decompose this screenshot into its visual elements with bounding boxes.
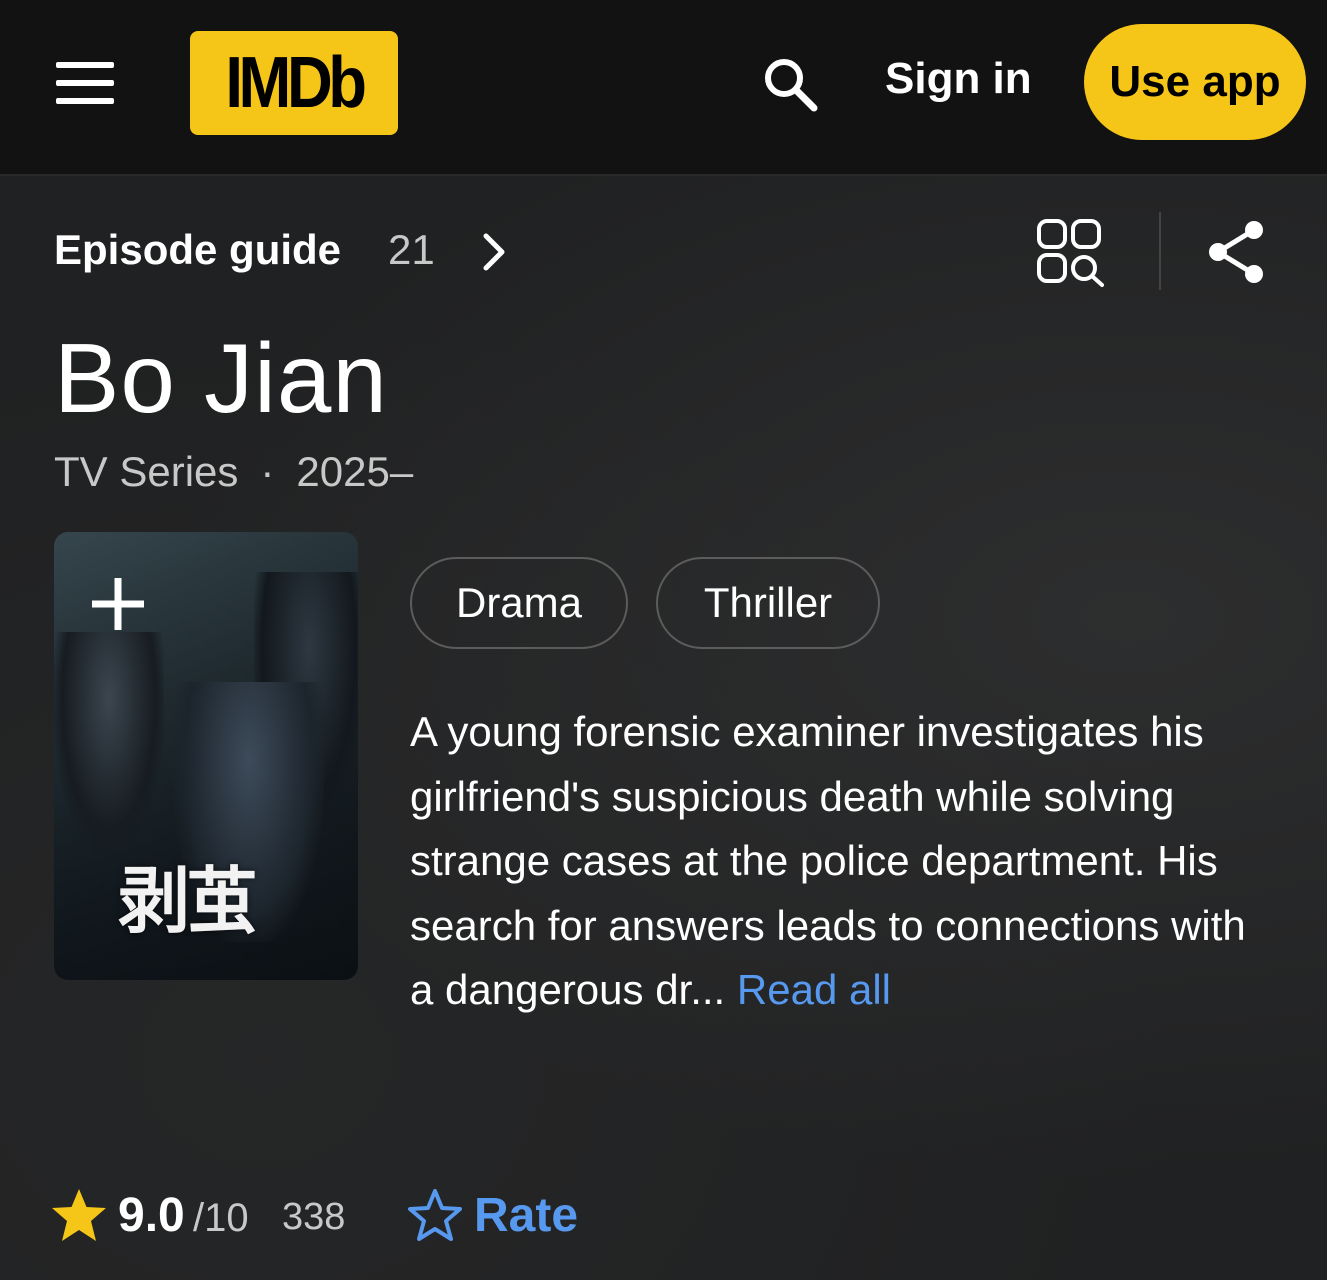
genre-chip-thriller[interactable]: Thriller [656,557,880,649]
hamburger-menu-icon[interactable] [56,62,114,104]
add-to-watchlist-icon[interactable] [88,574,148,634]
imdb-logo[interactable]: IMDb [190,31,398,135]
rating-max: /10 [193,1196,249,1240]
release-years: 2025– [296,448,414,495]
episode-count[interactable]: 21 [388,226,435,274]
rating-count: 338 [282,1196,346,1238]
star-filled-icon [52,1189,106,1241]
search-icon[interactable] [760,54,820,114]
page-title: Bo Jian [54,323,388,433]
logo-text: IMDb [225,43,367,123]
rate-button[interactable]: Rate [474,1188,578,1243]
star-outline-icon[interactable] [406,1187,464,1243]
rating-value: 9.0 [118,1189,185,1242]
chevron-right-icon[interactable] [478,230,510,274]
poster-image[interactable]: 剥茧 [54,532,358,980]
poster-title-text: 剥茧 [118,858,258,943]
genre-chip-drama[interactable]: Drama [410,557,628,649]
use-app-button[interactable]: Use app [1084,24,1306,140]
toolbar-divider [1159,212,1161,290]
plot-summary: A young forensic examiner investigates h… [410,700,1270,1023]
top-navbar: IMDb Sign in Use app [0,0,1327,176]
all-topics-icon[interactable] [1036,218,1106,288]
share-icon[interactable] [1206,218,1268,286]
read-all-link[interactable]: Read all [737,966,891,1013]
sign-in-button[interactable]: Sign in [885,54,1032,104]
episode-guide-link[interactable]: Episode guide [54,226,341,274]
meta-separator: · [260,448,275,495]
title-type: TV Series [54,448,239,495]
title-metadata: TV Series · 2025– [54,448,413,496]
